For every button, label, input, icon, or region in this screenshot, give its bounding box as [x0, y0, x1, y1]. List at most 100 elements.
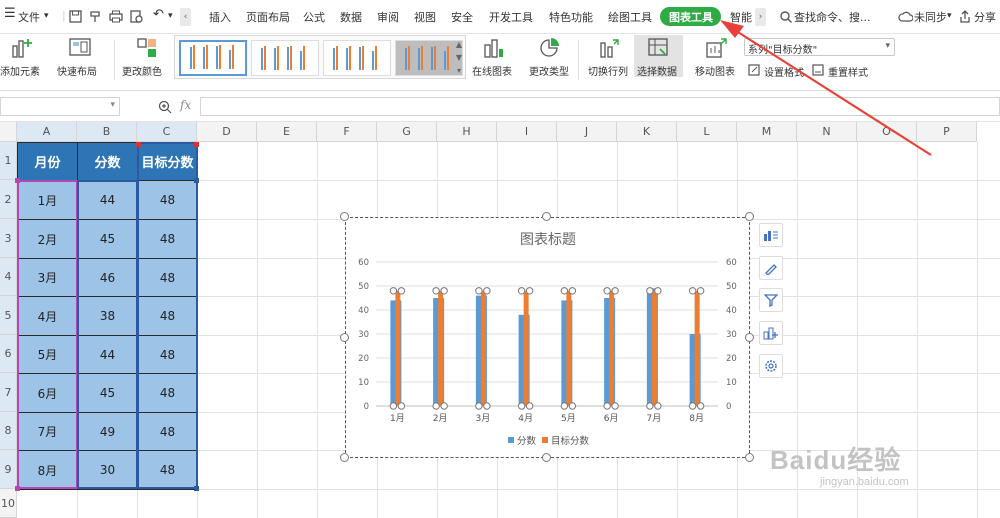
- table-cell[interactable]: 38: [77, 296, 138, 336]
- row-header-4[interactable]: 4: [0, 258, 17, 296]
- table-cell[interactable]: 6月: [17, 373, 78, 413]
- menu-file[interactable]: 文件: [18, 9, 40, 25]
- table-header-cell[interactable]: 月份: [17, 142, 78, 181]
- save-icon[interactable]: [69, 10, 82, 23]
- tab-data[interactable]: 数据: [340, 9, 362, 25]
- tab-drawing-tools[interactable]: 绘图工具: [608, 9, 652, 25]
- undo-icon[interactable]: ↶: [153, 7, 164, 22]
- set-format-button[interactable]: 设置格式: [764, 64, 804, 79]
- column-header-k[interactable]: K: [617, 122, 677, 142]
- chevron-down-icon[interactable]: ▾: [168, 11, 173, 21]
- add-element-button[interactable]: 添加元素: [0, 63, 40, 78]
- chevron-down-icon[interactable]: ▾: [44, 11, 49, 21]
- change-type-button[interactable]: 更改类型: [529, 63, 569, 78]
- hamburger-icon[interactable]: ☰: [4, 6, 16, 21]
- table-cell[interactable]: 48: [137, 450, 198, 490]
- column-header-i[interactable]: I: [497, 122, 557, 142]
- row-header-6[interactable]: 6: [0, 335, 17, 373]
- table-cell[interactable]: 44: [77, 335, 138, 374]
- table-header-cell[interactable]: 分数: [77, 142, 138, 181]
- chart-style-3[interactable]: [323, 40, 391, 76]
- column-header-f[interactable]: F: [317, 122, 377, 142]
- tab-page-layout[interactable]: 页面布局: [246, 9, 290, 25]
- resize-handle[interactable]: [745, 333, 754, 342]
- switch-row-col-button[interactable]: 切换行列: [588, 63, 628, 78]
- share-button[interactable]: 分享: [974, 9, 996, 25]
- row-header-7[interactable]: 7: [0, 373, 17, 412]
- tab-formula[interactable]: 公式: [303, 9, 325, 25]
- chart-container[interactable]: 图表标题 0 0 10 10 20 20 30 30 40 40 50 50 60 60 1月 2月 3月 4月 5月…: [345, 217, 750, 458]
- table-cell[interactable]: 30: [77, 450, 138, 490]
- quick-layout-icon[interactable]: [69, 38, 93, 58]
- chart-settings-button[interactable]: [759, 354, 783, 378]
- chart-style-2[interactable]: [251, 40, 319, 76]
- set-format-icon[interactable]: [748, 63, 761, 76]
- row-header-2[interactable]: 2: [0, 180, 17, 219]
- tab-security[interactable]: 安全: [451, 9, 473, 25]
- column-header-c[interactable]: C: [137, 122, 197, 142]
- table-cell[interactable]: 48: [137, 373, 198, 413]
- table-cell[interactable]: 45: [77, 373, 138, 413]
- column-header-l[interactable]: L: [677, 122, 737, 142]
- row-header-10[interactable]: 10: [0, 489, 17, 518]
- tab-smart[interactable]: 智能: [730, 9, 752, 25]
- table-cell[interactable]: 44: [77, 180, 138, 220]
- column-header-e[interactable]: E: [257, 122, 317, 142]
- chart-style-1[interactable]: [179, 40, 247, 76]
- column-header-g[interactable]: G: [377, 122, 437, 142]
- range-handle[interactable]: [194, 142, 199, 147]
- change-color-icon[interactable]: [136, 37, 158, 59]
- column-header-m[interactable]: M: [737, 122, 797, 142]
- column-header-h[interactable]: H: [437, 122, 497, 142]
- select-data-button[interactable]: 选择数据: [637, 63, 677, 78]
- table-cell[interactable]: 48: [137, 412, 198, 451]
- print-preview-icon[interactable]: [130, 10, 144, 24]
- table-cell[interactable]: 48: [137, 296, 198, 336]
- resize-handle[interactable]: [745, 453, 754, 462]
- switch-row-col-icon[interactable]: [598, 37, 620, 59]
- series-select[interactable]: 系列"目标分数" ▾: [744, 38, 895, 56]
- resize-handle[interactable]: [340, 333, 349, 342]
- scroll-left-button[interactable]: ‹: [180, 8, 191, 26]
- select-data-icon[interactable]: [647, 37, 669, 59]
- table-cell[interactable]: 7月: [17, 412, 78, 451]
- range-handle[interactable]: [194, 178, 199, 183]
- table-header-cell[interactable]: 目标分数: [137, 142, 198, 181]
- table-cell[interactable]: 4月: [17, 296, 78, 336]
- fx-button[interactable]: fx: [180, 98, 191, 112]
- row-header-5[interactable]: 5: [0, 296, 17, 335]
- online-chart-button[interactable]: 在线图表: [472, 63, 512, 78]
- row-header-1[interactable]: 1: [0, 142, 17, 180]
- range-handle[interactable]: [194, 486, 199, 491]
- row-header-8[interactable]: 8: [0, 412, 17, 450]
- table-cell[interactable]: 3月: [17, 258, 78, 297]
- formula-input[interactable]: [200, 97, 1000, 116]
- table-cell[interactable]: 49: [77, 412, 138, 451]
- reset-style-button[interactable]: 重置样式: [828, 64, 868, 79]
- select-all-corner[interactable]: [0, 122, 17, 142]
- search-command[interactable]: 查找命令、搜...: [794, 9, 871, 25]
- resize-handle[interactable]: [340, 212, 349, 221]
- resize-handle[interactable]: [340, 453, 349, 462]
- move-chart-icon[interactable]: [705, 37, 727, 59]
- resize-handle[interactable]: [542, 453, 551, 462]
- table-cell[interactable]: 8月: [17, 450, 78, 490]
- column-header-o[interactable]: O: [857, 122, 917, 142]
- range-handle[interactable]: [15, 178, 20, 183]
- name-box[interactable]: ▾: [0, 97, 120, 116]
- resize-handle[interactable]: [745, 212, 754, 221]
- range-handle[interactable]: [15, 486, 20, 491]
- online-chart-icon[interactable]: [483, 37, 505, 59]
- chart-elements-button[interactable]: [759, 223, 783, 247]
- column-header-p[interactable]: P: [917, 122, 977, 142]
- range-handle[interactable]: [136, 142, 141, 147]
- tab-review[interactable]: 审阅: [377, 9, 399, 25]
- table-cell[interactable]: 5月: [17, 335, 78, 374]
- column-header-d[interactable]: D: [197, 122, 257, 142]
- share-icon[interactable]: [959, 10, 971, 23]
- column-header-j[interactable]: J: [557, 122, 617, 142]
- print-icon[interactable]: [109, 10, 123, 23]
- chart-filter-button[interactable]: [759, 288, 783, 312]
- tab-developer[interactable]: 开发工具: [489, 9, 533, 25]
- change-type-icon[interactable]: [538, 37, 560, 59]
